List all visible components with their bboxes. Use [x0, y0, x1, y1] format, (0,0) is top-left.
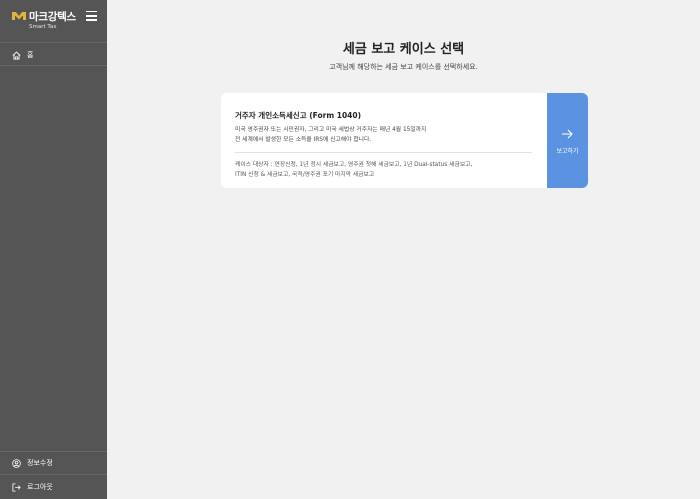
report-button-label: 보고하기 — [556, 148, 579, 155]
card-case-line: 케이스 대상자 : 연장신청, 1년 정시 세금보고, 영주권 첫해 세금보고,… — [235, 162, 473, 168]
card-description-line: 전 세계에서 발생한 모든 소득을 IRS에 신고해야 합니다. — [235, 137, 372, 143]
sidebar: 마크강텍스 Smart Tax 홈 정보수정 로그아웃 — [0, 0, 107, 499]
page-subtitle: 고객님께 해당하는 세금 보고 케이스를 선택하세요. — [329, 63, 478, 71]
card-description-line: 미국 영주권자 또는 시민권자, 그리고 미국 세법상 거주자는 매년 4월 1… — [235, 127, 427, 133]
sidebar-divider — [0, 42, 107, 43]
sidebar-divider — [0, 65, 107, 66]
sidebar-item-edit-profile[interactable]: 정보수정 — [12, 456, 53, 470]
card-title: 거주자 개인소득세신고 (Form 1040) — [235, 111, 362, 120]
home-icon — [12, 50, 21, 60]
main-content: 세금 보고 케이스 선택 고객님께 해당하는 세금 보고 케이스를 선택하세요.… — [107, 0, 700, 499]
brand-logo-icon — [12, 12, 26, 21]
card-body: 거주자 개인소득세신고 (Form 1040) 미국 영주권자 또는 시민권자,… — [235, 93, 535, 188]
brand-name: 마크강텍스 — [29, 11, 76, 23]
sidebar-divider — [0, 451, 107, 452]
report-button[interactable]: 보고하기 — [547, 93, 588, 188]
sidebar-item-label: 정보수정 — [27, 459, 53, 467]
sidebar-item-logout[interactable]: 로그아웃 — [12, 480, 53, 494]
card-divider — [235, 152, 532, 153]
sidebar-item-label: 홈 — [27, 51, 34, 59]
brand-subtitle: Smart Tax — [29, 24, 57, 30]
page-title: 세금 보고 케이스 선택 — [342, 42, 465, 57]
sidebar-item-label: 로그아웃 — [27, 483, 53, 491]
card-case-line: ITIN 신청 & 세금보고, 국적/영주권 포기 마지막 세금보고 — [235, 172, 375, 178]
user-circle-icon — [12, 458, 21, 468]
card-case-targets: 케이스 대상자 : 연장신청, 1년 정시 세금보고, 영주권 첫해 세금보고,… — [235, 160, 472, 180]
sidebar-item-home[interactable]: 홈 — [12, 48, 33, 62]
menu-toggle-icon[interactable] — [86, 11, 97, 21]
tax-case-card-form-1040[interactable]: 거주자 개인소득세신고 (Form 1040) 미국 영주권자 또는 시민권자,… — [221, 93, 588, 188]
sidebar-divider — [0, 474, 107, 475]
logout-icon — [12, 482, 21, 492]
card-description: 미국 영주권자 또는 시민권자, 그리고 미국 세법상 거주자는 매년 4월 1… — [235, 125, 426, 145]
arrow-right-icon — [562, 129, 573, 139]
